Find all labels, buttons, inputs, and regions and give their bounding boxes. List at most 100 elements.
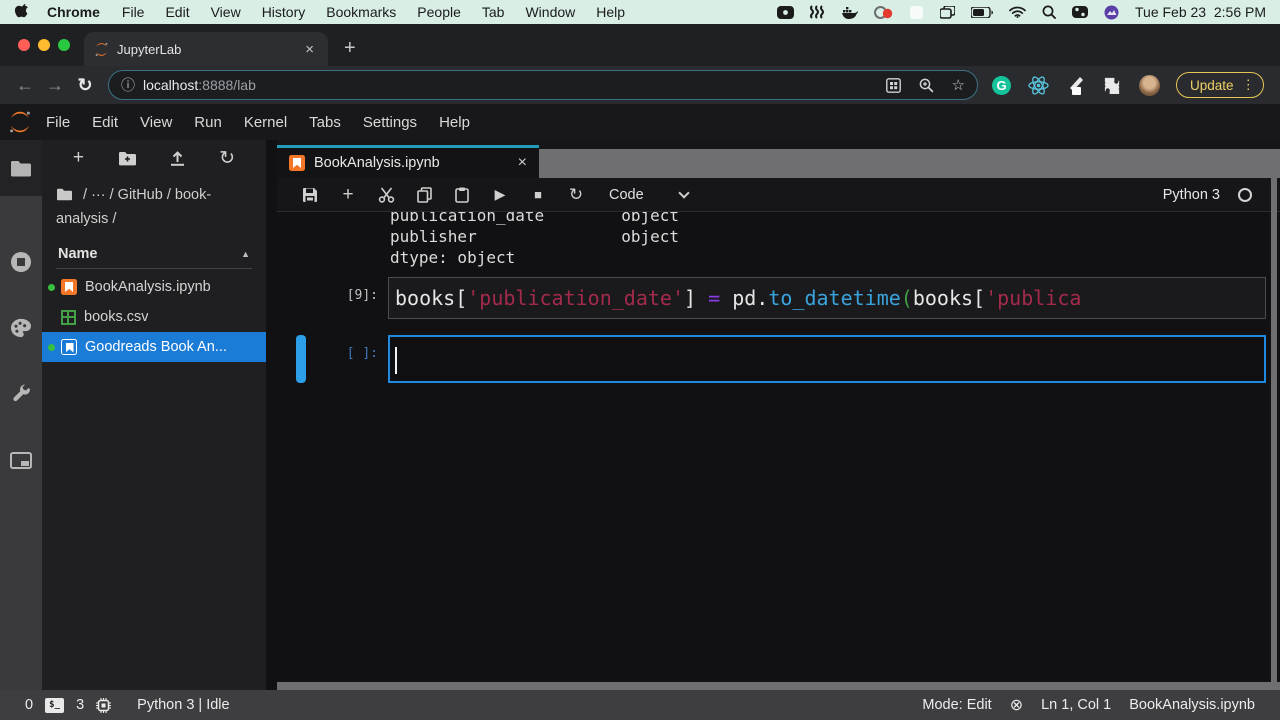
trust-shield-icon[interactable]: ⊗ — [1010, 695, 1023, 715]
home-folder-icon[interactable] — [56, 188, 73, 201]
minimize-window-button[interactable] — [38, 39, 50, 51]
notebook-content[interactable]: publication_date object publisher object… — [277, 212, 1266, 682]
jlab-menu-kernel[interactable]: Kernel — [244, 114, 287, 131]
jlab-menu-run[interactable]: Run — [194, 114, 222, 131]
tab-close-icon[interactable]: × — [301, 41, 318, 58]
breadcrumb-path[interactable]: / ··· / GitHub / book-analysis / — [56, 187, 211, 227]
mode-indicator[interactable]: Mode: Edit — [922, 697, 991, 713]
file-name[interactable]: books.csv — [84, 309, 148, 325]
file-list-header[interactable]: Name ▲ — [56, 242, 252, 269]
sort-ascending-icon[interactable]: ▲ — [241, 249, 250, 259]
wifi-icon[interactable] — [1009, 6, 1026, 18]
macos-menu-history[interactable]: History — [262, 4, 306, 20]
file-name[interactable]: Goodreads Book An... — [85, 339, 227, 355]
run-cell-button[interactable]: ▶ — [481, 186, 519, 203]
pen-tool-extension-icon[interactable] — [1066, 75, 1086, 95]
macos-menu-help[interactable]: Help — [596, 4, 625, 20]
refresh-icon[interactable]: ↻ — [219, 147, 235, 170]
sidebar-item-running-kernels[interactable] — [0, 236, 42, 288]
macos-menu-people[interactable]: People — [417, 4, 461, 20]
jlab-menu-help[interactable]: Help — [439, 114, 470, 131]
spotlight-search-icon[interactable] — [1042, 5, 1056, 19]
file-row-books-csv[interactable]: books.csv — [42, 302, 266, 332]
new-launcher-icon[interactable]: + — [73, 147, 84, 169]
maximize-window-button[interactable] — [58, 39, 70, 51]
stop-kernel-button[interactable]: ■ — [519, 187, 557, 202]
bookmark-star-icon[interactable]: ☆ — [952, 76, 965, 94]
add-cell-button[interactable]: + — [329, 184, 367, 206]
browser-tab-jupyterlab[interactable]: JupyterLab × — [84, 32, 328, 66]
profile-avatar[interactable] — [1139, 75, 1160, 96]
kernels-count[interactable]: 3 — [76, 697, 84, 713]
notebook-tab-active[interactable]: BookAnalysis.ipynb × — [277, 145, 539, 178]
restart-kernel-button[interactable]: ↻ — [557, 185, 595, 205]
notebook-tab-close-icon[interactable]: × — [518, 154, 527, 172]
purple-app-icon[interactable] — [1104, 5, 1119, 20]
menubar-clock[interactable]: Tue Feb 23 2:56 PM — [1135, 4, 1266, 20]
browser-menu-dots-icon[interactable]: ⋮ — [1242, 77, 1256, 93]
jlab-menu-settings[interactable]: Settings — [363, 114, 417, 131]
breadcrumb[interactable]: / ··· / GitHub / book-analysis / — [42, 176, 252, 238]
kernel-status-icon[interactable] — [1238, 188, 1252, 202]
file-row-bookanalysis[interactable]: BookAnalysis.ipynb — [42, 272, 266, 302]
cursor-position[interactable]: Ln 1, Col 1 — [1041, 697, 1111, 713]
jlab-menu-edit[interactable]: Edit — [92, 114, 118, 131]
zoom-icon[interactable] — [919, 78, 934, 93]
sidebar-item-property-inspector[interactable] — [0, 368, 42, 420]
apple-icon[interactable] — [14, 4, 29, 20]
horizontal-scrollbar[interactable] — [277, 682, 1280, 690]
react-devtools-icon[interactable] — [1028, 76, 1049, 95]
cell-collapser-bar[interactable] — [296, 335, 306, 383]
reload-icon[interactable]: ↻ — [70, 75, 100, 96]
back-icon[interactable]: ← — [10, 75, 40, 96]
battery-icon[interactable] — [971, 7, 993, 18]
control-center-icon[interactable] — [1072, 6, 1088, 18]
kernel-status-label[interactable]: Python 3 | Idle — [137, 697, 229, 713]
chrome-update-button[interactable]: Update ⋮ — [1176, 72, 1264, 98]
grammarly-extension-icon[interactable]: G — [992, 76, 1011, 95]
forward-icon[interactable]: → — [40, 75, 70, 96]
file-row-goodreads-selected[interactable]: Goodreads Book An... — [42, 332, 266, 362]
new-tab-button[interactable]: + — [344, 37, 356, 60]
code-cell-editor[interactable]: books['publication_date'] = pd.to_dateti… — [388, 277, 1266, 319]
docker-icon[interactable] — [841, 6, 858, 19]
mission-control-icon[interactable] — [940, 6, 955, 19]
kernel-name-label[interactable]: Python 3 — [1163, 187, 1220, 203]
sidebar-item-commands[interactable] — [0, 302, 42, 354]
jlab-menu-file[interactable]: File — [46, 114, 70, 131]
macos-menu-view[interactable]: View — [211, 4, 241, 20]
active-filename[interactable]: BookAnalysis.ipynb — [1129, 697, 1255, 713]
new-folder-icon[interactable] — [118, 151, 137, 166]
macos-menu-file[interactable]: File — [122, 4, 145, 20]
upload-icon[interactable] — [170, 150, 185, 166]
paste-cells-button[interactable] — [443, 187, 481, 203]
cell-type-dropdown[interactable]: Code — [609, 187, 688, 203]
display-mirroring-icon[interactable] — [909, 6, 924, 19]
camera-app-icon[interactable] — [777, 6, 794, 19]
active-cell-editor[interactable] — [388, 335, 1266, 383]
macos-menu-window[interactable]: Window — [525, 4, 575, 20]
save-button[interactable] — [291, 187, 329, 203]
sidebar-item-file-browser[interactable] — [0, 140, 42, 196]
terminals-count[interactable]: 0 — [25, 697, 33, 713]
copy-cells-button[interactable] — [405, 187, 443, 203]
macos-menu-edit[interactable]: Edit — [165, 4, 189, 20]
screen-record-icon[interactable] — [874, 6, 893, 19]
vertical-scrollbar[interactable] — [1271, 178, 1277, 690]
macos-menu-tab[interactable]: Tab — [482, 4, 505, 20]
macos-menu-bookmarks[interactable]: Bookmarks — [326, 4, 396, 20]
waves-app-icon[interactable] — [810, 5, 825, 19]
extensions-puzzle-icon[interactable] — [1103, 76, 1122, 95]
terminal-icon: $_ — [45, 698, 64, 713]
jlab-menu-tabs[interactable]: Tabs — [309, 114, 341, 131]
close-window-button[interactable] — [18, 39, 30, 51]
menubar-app-name[interactable]: Chrome — [47, 4, 100, 20]
address-bar[interactable]: ⓘ localhost :8888/lab ☆ — [108, 70, 978, 100]
name-column-label[interactable]: Name — [58, 246, 98, 262]
sidebar-item-open-tabs[interactable] — [0, 434, 42, 486]
file-name[interactable]: BookAnalysis.ipynb — [85, 279, 211, 295]
jlab-menu-view[interactable]: View — [140, 114, 172, 131]
cut-cells-button[interactable] — [367, 187, 405, 203]
site-info-icon[interactable]: ⓘ — [121, 75, 135, 95]
tab-grid-icon[interactable] — [886, 78, 901, 93]
